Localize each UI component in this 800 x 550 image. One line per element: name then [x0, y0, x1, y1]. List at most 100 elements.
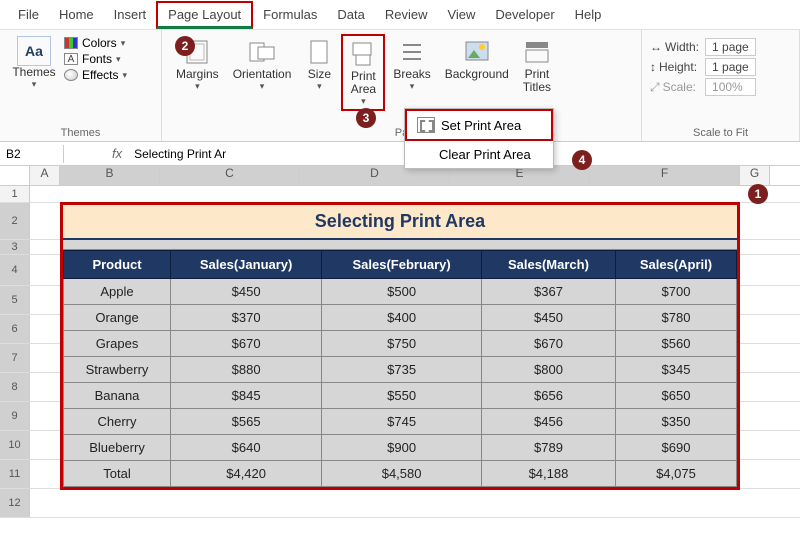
cell-value[interactable]: $845 [171, 383, 322, 409]
cell-value[interactable]: $656 [482, 383, 616, 409]
cell-product[interactable]: Strawberry [64, 357, 171, 383]
cell-value[interactable]: $900 [322, 435, 482, 461]
row-header-2[interactable]: 2 [0, 203, 30, 239]
height-select[interactable]: 1 page [705, 58, 756, 76]
breaks-label: Breaks [393, 68, 430, 81]
cell-value[interactable]: $800 [482, 357, 616, 383]
cell-value[interactable]: $650 [615, 383, 736, 409]
tab-view[interactable]: View [437, 3, 485, 26]
cell-product[interactable]: Cherry [64, 409, 171, 435]
chevron-down-icon: ▾ [260, 81, 265, 92]
cell-value[interactable]: $550 [322, 383, 482, 409]
col-header-b[interactable]: B [60, 166, 160, 185]
themes-group-label: Themes [8, 125, 153, 139]
themes-button[interactable]: Aa Themes ▾ [8, 34, 60, 92]
cell-product[interactable]: Banana [64, 383, 171, 409]
background-label: Background [445, 68, 509, 81]
cell-product[interactable]: Blueberry [64, 435, 171, 461]
size-button[interactable]: Size▾ [299, 34, 339, 94]
cell-value[interactable]: $4,188 [482, 461, 616, 487]
tab-page-layout[interactable]: Page Layout [156, 1, 253, 29]
cell-value[interactable]: $450 [482, 305, 616, 331]
cell-value[interactable]: $350 [615, 409, 736, 435]
cell-value[interactable]: $565 [171, 409, 322, 435]
tab-insert[interactable]: Insert [104, 3, 157, 26]
orientation-icon [248, 38, 276, 66]
colors-button[interactable]: Colors▾ [64, 36, 148, 50]
cell-value[interactable]: $789 [482, 435, 616, 461]
select-all-corner[interactable] [0, 166, 30, 185]
set-print-area-item[interactable]: Set Print Area [405, 109, 553, 141]
cell-value[interactable]: $4,420 [171, 461, 322, 487]
name-box[interactable]: B2 [0, 145, 64, 163]
cell-product[interactable]: Total [64, 461, 171, 487]
row-header-6[interactable]: 6 [0, 315, 30, 343]
row-header-1[interactable]: 1 [0, 186, 30, 202]
background-button[interactable]: Background [439, 34, 515, 83]
row-header-7[interactable]: 7 [0, 344, 30, 372]
th-jan: Sales(January) [171, 251, 322, 279]
cell-product[interactable]: Grapes [64, 331, 171, 357]
col-header-g[interactable]: G [740, 166, 770, 185]
tab-file[interactable]: File [8, 3, 49, 26]
print-area-button[interactable]: Print Area▾ [341, 34, 385, 111]
row-header-3[interactable]: 3 [0, 240, 30, 254]
orientation-button[interactable]: Orientation▾ [227, 34, 298, 94]
cell-value[interactable]: $560 [615, 331, 736, 357]
cell-value[interactable]: $4,075 [615, 461, 736, 487]
row-header-5[interactable]: 5 [0, 286, 30, 314]
tab-data[interactable]: Data [327, 3, 374, 26]
row-header-4[interactable]: 4 [0, 255, 30, 285]
width-select[interactable]: 1 page [705, 38, 756, 56]
cell-value[interactable]: $345 [615, 357, 736, 383]
col-header-c[interactable]: C [160, 166, 300, 185]
cell-value[interactable]: $745 [322, 409, 482, 435]
clear-print-area-item[interactable]: Clear Print Area [405, 141, 553, 168]
row-header-10[interactable]: 10 [0, 431, 30, 459]
fx-icon[interactable]: fx [104, 146, 130, 161]
selection-range: Selecting Print Area Product Sales(Janua… [60, 202, 740, 490]
row-header-11[interactable]: 11 [0, 460, 30, 488]
cell-value[interactable]: $456 [482, 409, 616, 435]
width-label: ↔Width: [650, 38, 699, 56]
print-titles-icon [523, 38, 551, 66]
colors-icon [64, 37, 78, 49]
cell-value[interactable]: $670 [171, 331, 322, 357]
cell-value[interactable]: $880 [171, 357, 322, 383]
sheet-area[interactable]: 1 2 3 4 5 6 7 8 9 10 11 12 1 Selecting P… [0, 186, 800, 518]
row-header-9[interactable]: 9 [0, 402, 30, 430]
row-header-8[interactable]: 8 [0, 373, 30, 401]
print-titles-button[interactable]: Print Titles [517, 34, 557, 96]
print-area-menu: Set Print Area Clear Print Area [404, 108, 554, 169]
chevron-down-icon: ▾ [361, 96, 366, 107]
cell-value[interactable]: $500 [322, 279, 482, 305]
cell-value[interactable]: $735 [322, 357, 482, 383]
tab-formulas[interactable]: Formulas [253, 3, 327, 26]
cell-value[interactable]: $4,580 [322, 461, 482, 487]
cell-value[interactable]: $450 [171, 279, 322, 305]
cell-product[interactable]: Orange [64, 305, 171, 331]
cell-value[interactable]: $670 [482, 331, 616, 357]
tab-developer[interactable]: Developer [485, 3, 564, 26]
page-setup-group: Margins▾ Orientation▾ Size▾ Print Area▾ … [162, 30, 642, 141]
cell-value[interactable]: $700 [615, 279, 736, 305]
row-header-12[interactable]: 12 [0, 489, 30, 517]
cell-value[interactable]: $400 [322, 305, 482, 331]
effects-button[interactable]: Effects▾ [64, 68, 148, 82]
tab-help[interactable]: Help [565, 3, 612, 26]
cell-value[interactable]: $780 [615, 305, 736, 331]
cell-value[interactable]: $750 [322, 331, 482, 357]
cell-value[interactable]: $690 [615, 435, 736, 461]
cell-value[interactable]: $640 [171, 435, 322, 461]
callout-4: 4 [572, 150, 592, 170]
formula-bar: B2 fx Selecting Print Ar [0, 142, 800, 166]
tab-home[interactable]: Home [49, 3, 104, 26]
breaks-button[interactable]: Breaks▾ [387, 34, 436, 94]
fonts-button[interactable]: AFonts▾ [64, 52, 148, 66]
col-header-a[interactable]: A [30, 166, 60, 185]
cell-value[interactable]: $367 [482, 279, 616, 305]
cell-value[interactable]: $370 [171, 305, 322, 331]
cell-product[interactable]: Apple [64, 279, 171, 305]
col-header-f[interactable]: F [590, 166, 740, 185]
tab-review[interactable]: Review [375, 3, 438, 26]
